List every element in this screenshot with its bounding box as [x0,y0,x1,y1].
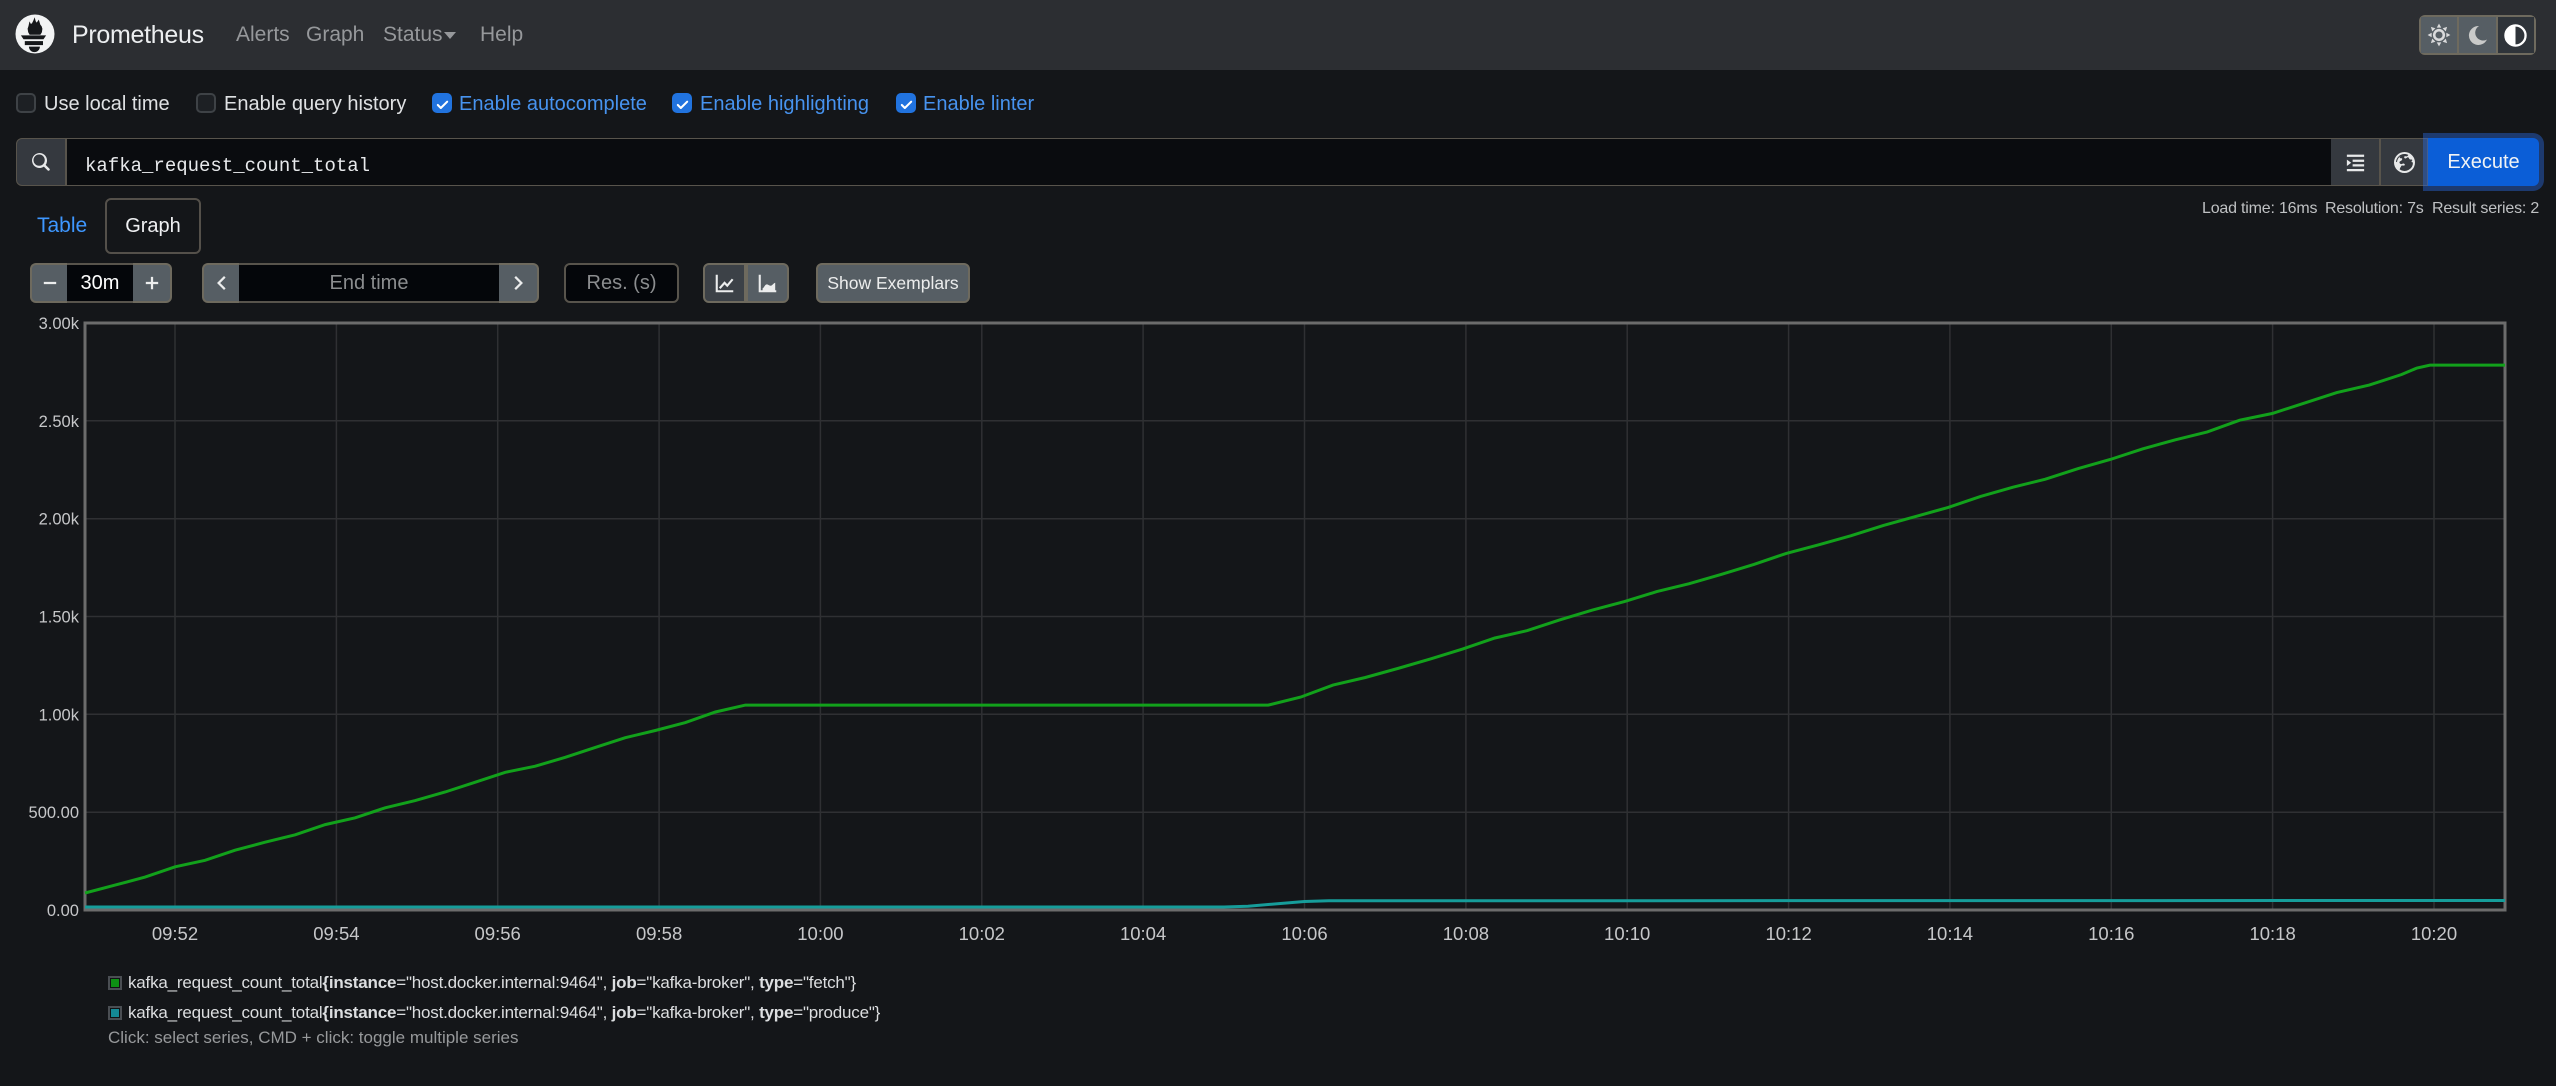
svg-text:10:06: 10:06 [1281,923,1327,944]
svg-text:2.00k: 2.00k [39,511,80,529]
svg-text:10:20: 10:20 [2411,923,2457,944]
svg-text:10:12: 10:12 [1765,923,1811,944]
svg-text:09:52: 09:52 [152,923,198,944]
svg-text:10:04: 10:04 [1120,923,1166,944]
svg-text:0.00: 0.00 [47,902,79,920]
svg-text:1.00k: 1.00k [39,706,80,724]
svg-text:10:10: 10:10 [1604,923,1650,944]
svg-text:10:00: 10:00 [797,923,843,944]
svg-text:09:58: 09:58 [636,923,682,944]
svg-text:1.50k: 1.50k [39,609,80,627]
svg-text:09:56: 09:56 [475,923,521,944]
svg-text:10:16: 10:16 [2088,923,2134,944]
svg-text:500.00: 500.00 [29,804,79,822]
svg-text:10:18: 10:18 [2249,923,2295,944]
svg-text:2.50k: 2.50k [39,413,80,431]
svg-text:09:54: 09:54 [313,923,359,944]
svg-text:10:08: 10:08 [1443,923,1489,944]
svg-text:3.00k: 3.00k [39,315,80,333]
svg-text:10:14: 10:14 [1927,923,1973,944]
svg-text:10:02: 10:02 [959,923,1005,944]
